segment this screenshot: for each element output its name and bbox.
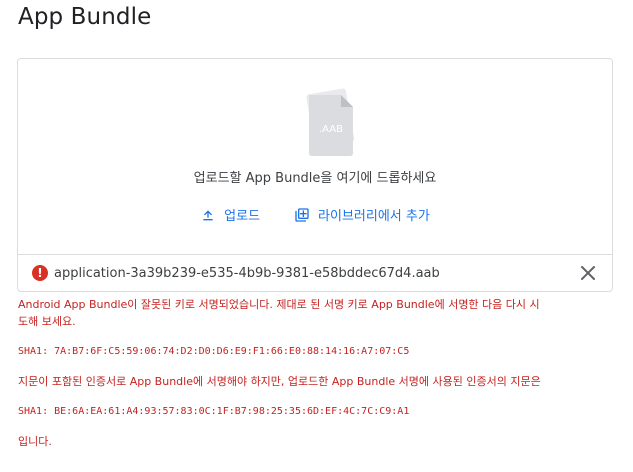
drop-instruction: 업로드할 App Bundle을 여기에 드롭하세요: [193, 171, 437, 186]
error-line-3: 지문이 포함된 인증서로 App Bundle에 서명해야 하지만, 업로드한 …: [18, 375, 541, 388]
uploaded-file-row: ! application-3a39b239-e535-4b9b-9381-e5…: [17, 254, 613, 292]
bundle-dropzone[interactable]: .AAB 업로드할 App Bundle을 여기에 드롭하세요 업로드 라이브러…: [17, 58, 613, 254]
upload-icon: [203, 209, 213, 220]
add-from-library-button[interactable]: 라이브러리에서 추가: [290, 203, 434, 226]
add-box-icon: [295, 207, 309, 222]
dropzone-actions: 업로드 라이브러리에서 추가: [18, 203, 612, 226]
file-name: application-3a39b239-e535-4b9b-9381-e58b…: [54, 265, 440, 281]
expected-sha1: SHA1: 7A:B7:6F:C5:59:06:74:D2:D0:D6:E9:F…: [18, 346, 410, 357]
aab-file-icon: .AAB: [306, 88, 355, 156]
app-bundle-page: App Bundle .AAB 업로드할 App Bundle을 여기에 드롭하…: [0, 0, 633, 472]
remove-file-button[interactable]: [576, 261, 600, 285]
add-from-library-label: 라이브러리에서 추가: [318, 209, 430, 224]
actual-sha1: SHA1: BE:6A:EA:61:A4:93:57:83:0C:1F:B7:9…: [18, 406, 410, 417]
error-line-1: Android App Bundle이 잘못된 키로 서명되었습니다. 제대로 …: [18, 298, 540, 311]
upload-button[interactable]: 업로드: [196, 203, 264, 226]
close-icon: [581, 266, 595, 280]
error-line-2: 도해 보세요.: [18, 315, 76, 328]
page-title: App Bundle: [18, 4, 152, 30]
error-message: Android App Bundle이 잘못된 키로 서명되었습니다. 제대로 …: [18, 296, 618, 450]
error-icon: !: [32, 265, 48, 281]
upload-button-label: 업로드: [224, 209, 261, 224]
aab-file-label: .AAB: [319, 124, 343, 135]
error-line-4: 입니다.: [18, 435, 52, 448]
